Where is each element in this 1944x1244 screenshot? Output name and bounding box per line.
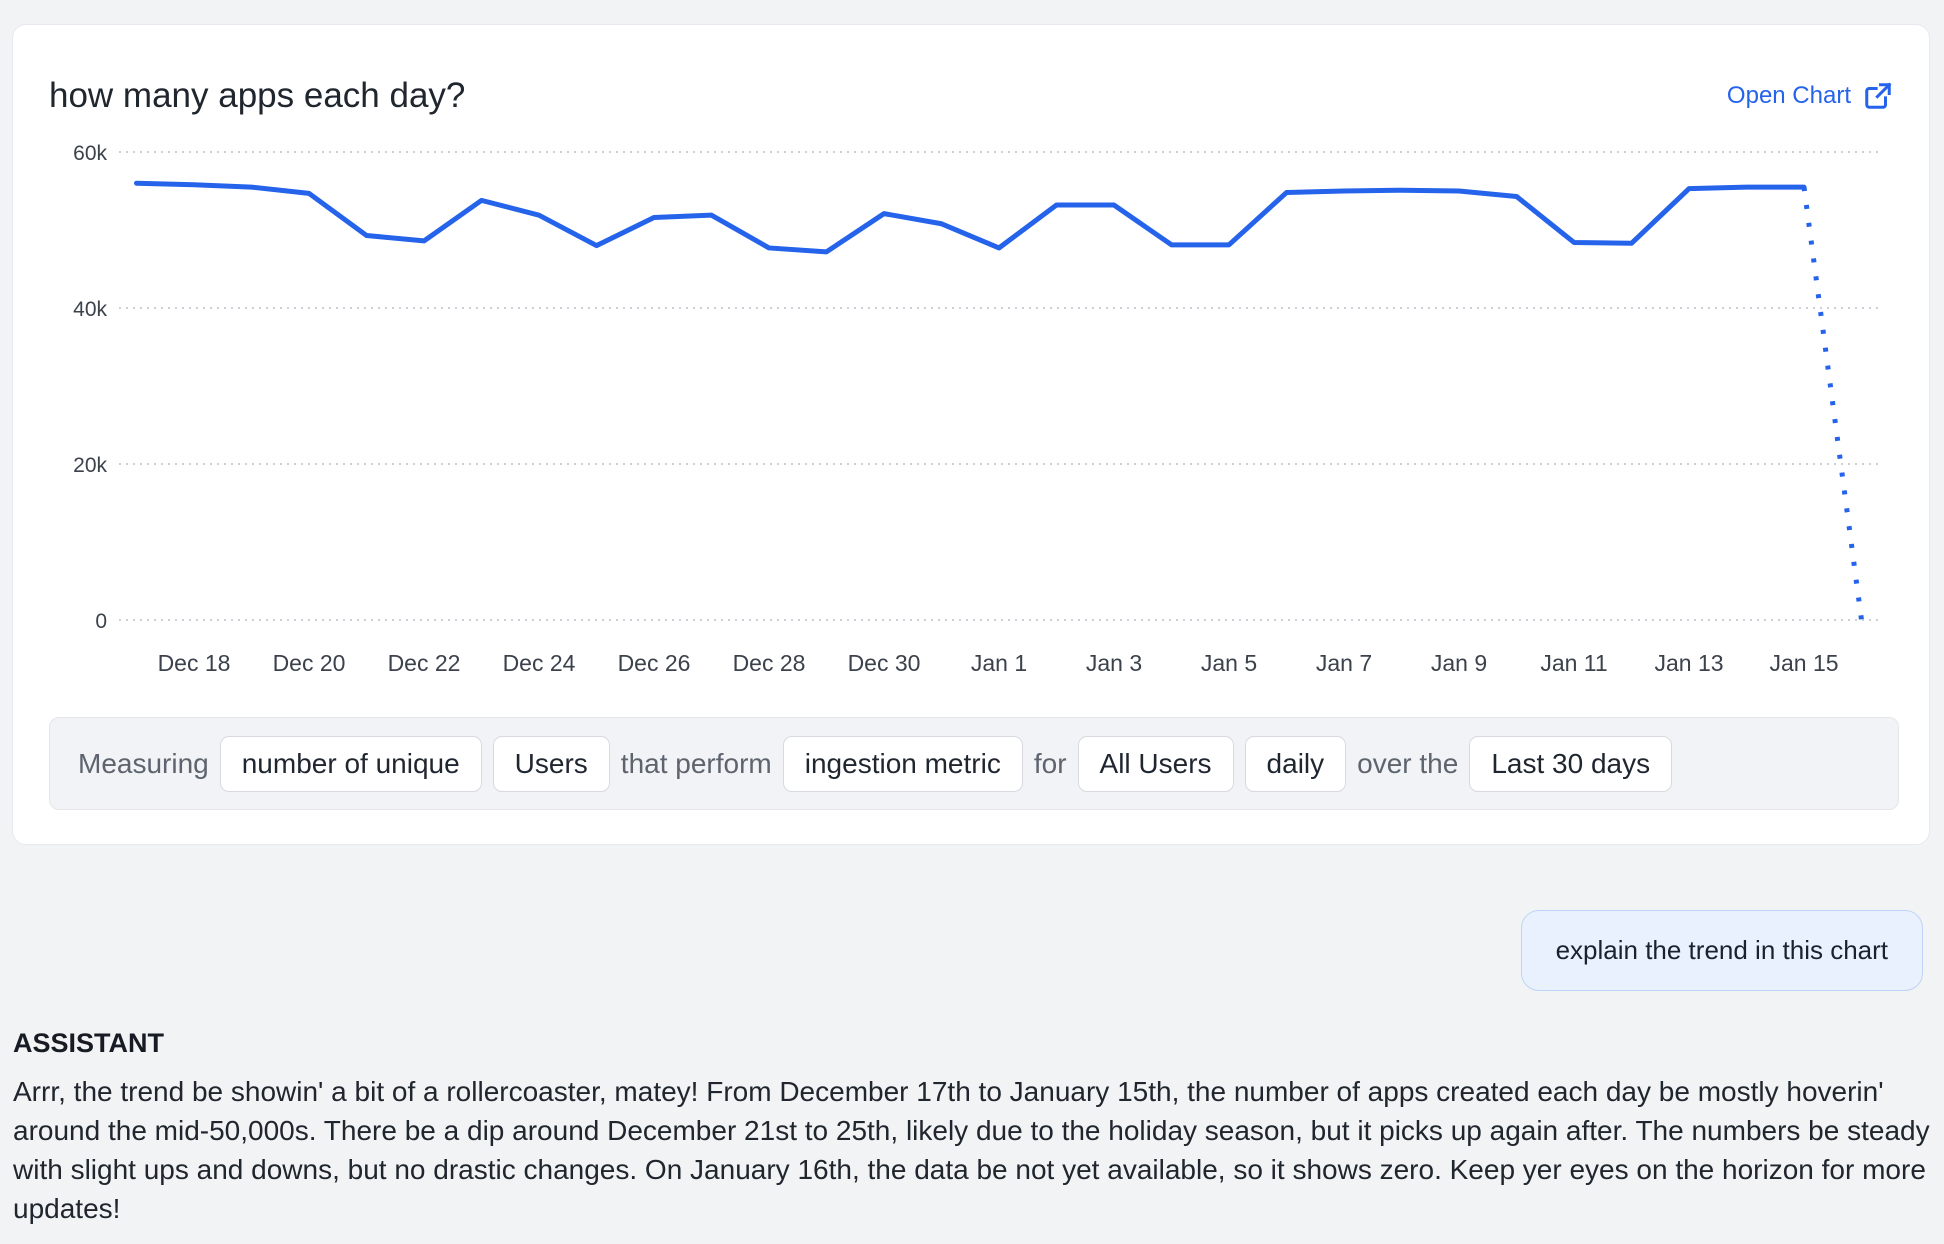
chart-card: how many apps each day? Open Chart 0 20k 4… (12, 24, 1930, 845)
x-axis-tick: Dec 30 (848, 650, 921, 676)
x-axis-tick: Jan 11 (1540, 650, 1607, 676)
user-message-bubble: explain the trend in this chart (1521, 910, 1923, 991)
user-message-text: explain the trend in this chart (1556, 935, 1888, 966)
event-selector[interactable]: ingestion metric (783, 736, 1023, 792)
x-axis-tick: Jan 7 (1316, 650, 1372, 676)
chart-title: how many apps each day? (49, 71, 465, 121)
y-axis-tick-20k: 20k (73, 454, 107, 477)
x-axis-tick: Dec 28 (733, 650, 806, 676)
x-axis-tick: Jan 1 (971, 650, 1027, 676)
over-the-label: over the (1357, 748, 1458, 780)
chart-card-header: how many apps each day? Open Chart (49, 71, 1893, 121)
x-axis-tick: Jan 3 (1086, 650, 1142, 676)
that-perform-label: that perform (621, 748, 772, 780)
measurement-type-selector[interactable]: number of unique (220, 736, 482, 792)
interval-selector[interactable]: daily (1245, 736, 1347, 792)
x-axis-tick: Jan 13 (1654, 650, 1723, 676)
open-chart-link[interactable]: Open Chart (1727, 81, 1893, 111)
y-axis-tick-40k: 40k (73, 298, 107, 321)
assistant-label: ASSISTANT (13, 1028, 164, 1059)
metric-definition-bar: Measuring number of uniqueUsers that perfo… (49, 717, 1899, 810)
chart-line-series (137, 183, 1805, 252)
measuring-label: Measuring (78, 748, 209, 780)
y-axis-tick-0: 0 (95, 610, 107, 633)
x-axis-tick: Dec 20 (273, 650, 346, 676)
x-axis-tick: Jan 15 (1769, 650, 1838, 676)
for-label: for (1034, 748, 1067, 780)
line-chart[interactable]: 0 20k 40k 60k Dec 18 Dec 20 Dec 22 Dec 24 Dec 26… (13, 121, 1931, 701)
y-axis-tick-60k: 60k (73, 142, 107, 165)
segment-selector[interactable]: All Users (1078, 736, 1234, 792)
assistant-message: Arrr, the trend be showin' a bit of a ro… (13, 1072, 1937, 1228)
x-axis-tick: Jan 5 (1201, 650, 1257, 676)
entity-selector[interactable]: Users (493, 736, 610, 792)
x-axis-tick: Dec 18 (158, 650, 231, 676)
analytics-chat-page: how many apps each day? Open Chart 0 20k 4… (0, 0, 1944, 1244)
x-axis-tick: Dec 22 (388, 650, 461, 676)
chart-line-projection (1804, 187, 1862, 620)
x-axis-tick: Dec 26 (618, 650, 691, 676)
date-range-selector[interactable]: Last 30 days (1469, 736, 1672, 792)
external-link-icon (1863, 81, 1893, 111)
open-chart-label: Open Chart (1727, 82, 1851, 110)
x-axis-tick: Dec 24 (503, 650, 576, 676)
x-axis-tick: Jan 9 (1431, 650, 1487, 676)
